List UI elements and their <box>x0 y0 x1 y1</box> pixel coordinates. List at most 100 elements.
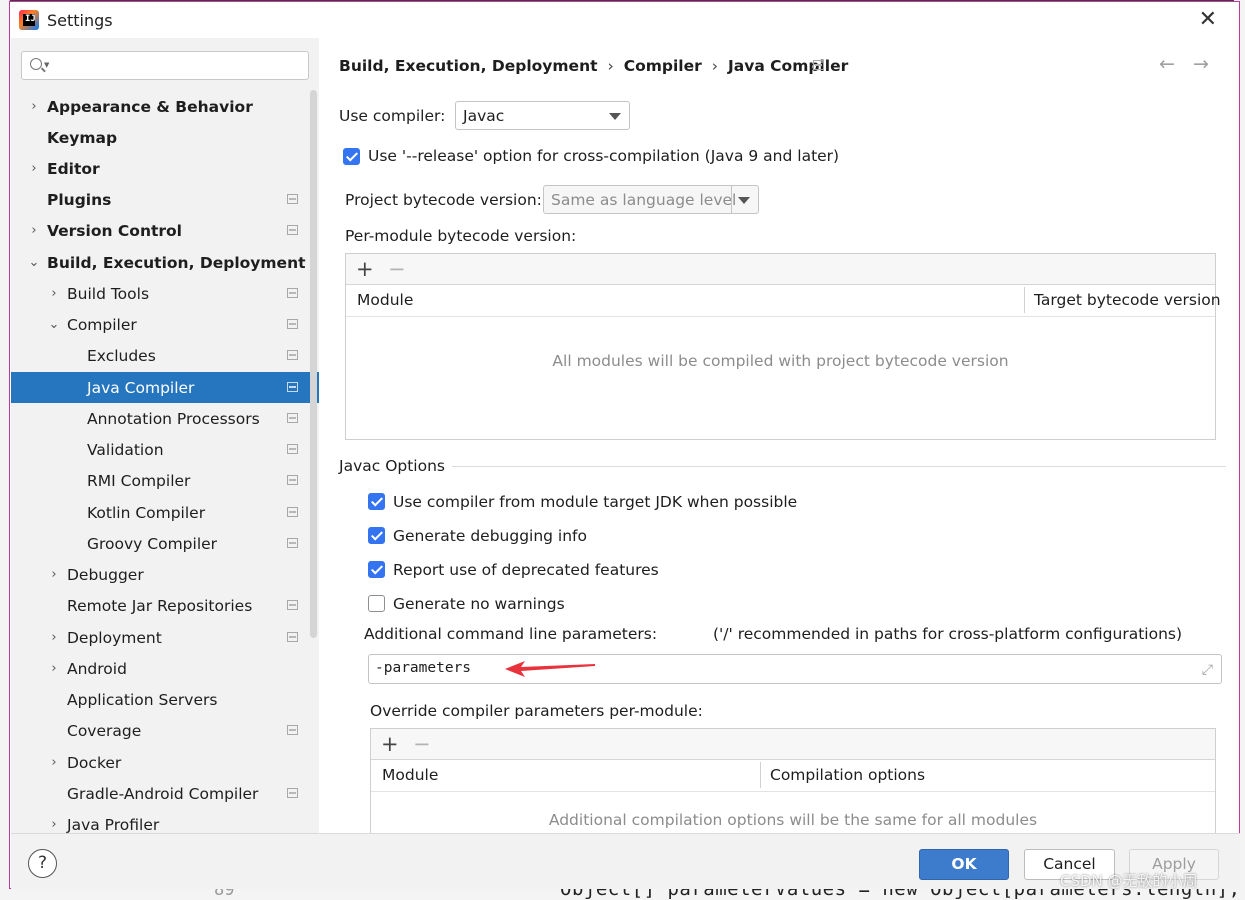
intellij-app-icon: IJ <box>19 10 39 30</box>
project-level-icon <box>287 350 298 360</box>
sidebar-scrollbar[interactable] <box>310 90 317 638</box>
sidebar-item-compiler[interactable]: ⌄ Compiler <box>11 309 319 340</box>
chevron-down-icon[interactable]: ⌄ <box>27 255 41 270</box>
chevron-down-icon[interactable]: ⌄ <box>47 317 61 332</box>
project-level-icon <box>813 60 824 70</box>
per-module-bytecode-table: + − Module Target bytecode version All m… <box>345 253 1221 440</box>
sidebar-item-gradle-android-compiler[interactable]: Gradle-Android Compiler <box>11 778 319 809</box>
project-bytecode-label: Project bytecode version: <box>345 191 542 209</box>
sidebar-item-label: RMI Compiler <box>87 471 191 490</box>
settings-content: Build, Execution, Deployment › Compiler › Ja… <box>319 38 1239 833</box>
sidebar-item-label: Debugger <box>67 565 144 584</box>
column-header-module[interactable]: Module <box>357 291 413 309</box>
sidebar-item-keymap[interactable]: Keymap <box>11 122 319 153</box>
remove-icon[interactable]: − <box>413 732 431 756</box>
project-level-icon <box>287 444 298 454</box>
sidebar-item-label: Coverage <box>67 721 142 740</box>
chevron-right-icon[interactable]: › <box>47 817 61 832</box>
sidebar-item-kotlin-compiler[interactable]: Kotlin Compiler <box>11 497 319 528</box>
javac-options-title: Javac Options <box>339 457 445 475</box>
dropdown-arrow-icon <box>738 197 750 204</box>
project-level-icon <box>287 288 298 298</box>
sidebar-item-label: Editor <box>47 159 100 178</box>
breadcrumb-item[interactable]: Build, Execution, Deployment <box>339 57 598 75</box>
sidebar-item-editor[interactable]: › Editor <box>11 153 319 184</box>
column-header-compilation-options[interactable]: Compilation options <box>770 766 925 784</box>
close-icon[interactable]: ✕ <box>1199 7 1217 32</box>
sidebar-item-debugger[interactable]: › Debugger <box>11 559 319 590</box>
debug-info-checkbox[interactable] <box>368 527 385 544</box>
chevron-right-icon[interactable]: › <box>47 661 61 676</box>
project-bytecode-select[interactable]: Same as language level <box>543 185 759 214</box>
debug-info-label: Generate debugging info <box>393 527 587 545</box>
chevron-right-icon[interactable]: › <box>27 223 41 238</box>
column-header-module[interactable]: Module <box>382 766 438 784</box>
column-header-target-bytecode[interactable]: Target bytecode version <box>1034 291 1221 309</box>
sidebar-item-label: Gradle-Android Compiler <box>67 784 259 803</box>
sidebar-item-version-control[interactable]: › Version Control <box>11 215 319 246</box>
override-params-table: + − Module Compilation options Additiona… <box>370 728 1216 833</box>
sidebar-item-appearance-behavior[interactable]: › Appearance & Behavior <box>11 91 319 122</box>
sidebar-item-deployment[interactable]: › Deployment <box>11 622 319 653</box>
expand-icon[interactable]: ⤢ <box>1202 662 1213 678</box>
column-divider[interactable] <box>760 762 761 788</box>
back-arrow-icon[interactable]: ← <box>1159 53 1175 75</box>
project-level-icon <box>287 538 298 548</box>
table-toolbar: + − <box>346 254 1215 285</box>
annotation-arrow <box>505 661 595 677</box>
forward-arrow-icon[interactable]: → <box>1193 53 1209 75</box>
no-warnings-label: Generate no warnings <box>393 595 565 613</box>
sidebar-item-label: Validation <box>87 440 164 459</box>
sidebar-item-label: Excludes <box>87 346 156 365</box>
sidebar-item-label: Version Control <box>47 221 182 240</box>
sidebar-item-remote-jar-repositories[interactable]: Remote Jar Repositories <box>11 590 319 621</box>
search-options-icon[interactable]: ▼ <box>44 61 49 69</box>
select-divider <box>731 186 732 213</box>
breadcrumb-separator: › <box>711 57 718 75</box>
column-divider[interactable] <box>1024 287 1025 313</box>
use-target-jdk-checkbox[interactable] <box>368 493 385 510</box>
search-input[interactable]: ▼ <box>21 51 309 80</box>
sidebar-item-docker[interactable]: › Docker <box>11 747 319 778</box>
deprecated-features-checkbox[interactable] <box>368 561 385 578</box>
sidebar-item-java-compiler[interactable]: Java Compiler <box>11 372 319 403</box>
sidebar-item-excludes[interactable]: Excludes <box>11 340 319 371</box>
sidebar-item-rmi-compiler[interactable]: RMI Compiler <box>11 465 319 496</box>
sidebar-item-coverage[interactable]: Coverage <box>11 715 319 746</box>
sidebar-item-build-tools[interactable]: › Build Tools <box>11 278 319 309</box>
command-line-params-input[interactable]: -parameters ⤢ <box>368 654 1222 684</box>
params-hint: ('/' recommended in paths for cross-plat… <box>713 625 1183 643</box>
sidebar-item-groovy-compiler[interactable]: Groovy Compiler <box>11 528 319 559</box>
chevron-right-icon[interactable]: › <box>47 630 61 645</box>
dialog-footer: ? OK Cancel Apply <box>11 833 1240 889</box>
sidebar-item-android[interactable]: › Android <box>11 653 319 684</box>
sidebar-item-plugins[interactable]: Plugins <box>11 184 319 215</box>
sidebar-item-validation[interactable]: Validation <box>11 434 319 465</box>
help-icon[interactable]: ? <box>28 849 57 878</box>
use-target-jdk-label: Use compiler from module target JDK when… <box>393 493 798 511</box>
ok-button[interactable]: OK <box>919 849 1009 880</box>
sidebar-item-build-execution-deployment[interactable]: ⌄ Build, Execution, Deployment <box>11 247 319 278</box>
chevron-right-icon[interactable]: › <box>27 161 41 176</box>
add-icon[interactable]: + <box>381 732 399 756</box>
project-level-icon <box>287 319 298 329</box>
breadcrumb-item[interactable]: Compiler <box>624 57 702 75</box>
chevron-right-icon[interactable]: › <box>47 286 61 301</box>
remove-icon[interactable]: − <box>388 257 406 281</box>
no-warnings-checkbox[interactable] <box>368 595 385 612</box>
sidebar-item-application-servers[interactable]: Application Servers <box>11 684 319 715</box>
compiler-select-value: Javac <box>463 107 505 125</box>
add-icon[interactable]: + <box>356 257 374 281</box>
release-option-checkbox[interactable] <box>343 148 360 165</box>
compiler-select[interactable]: Javac <box>455 101 630 130</box>
project-bytecode-value: Same as language level <box>551 191 737 209</box>
sidebar-item-label: Compiler <box>67 315 137 334</box>
chevron-right-icon[interactable]: › <box>27 99 41 114</box>
chevron-right-icon[interactable]: › <box>47 567 61 582</box>
section-divider <box>452 466 1226 467</box>
chevron-right-icon[interactable]: › <box>47 755 61 770</box>
project-level-icon <box>287 632 298 642</box>
project-level-icon <box>287 600 298 610</box>
sidebar-item-annotation-processors[interactable]: Annotation Processors <box>11 403 319 434</box>
sidebar-item-label: Deployment <box>67 628 162 647</box>
